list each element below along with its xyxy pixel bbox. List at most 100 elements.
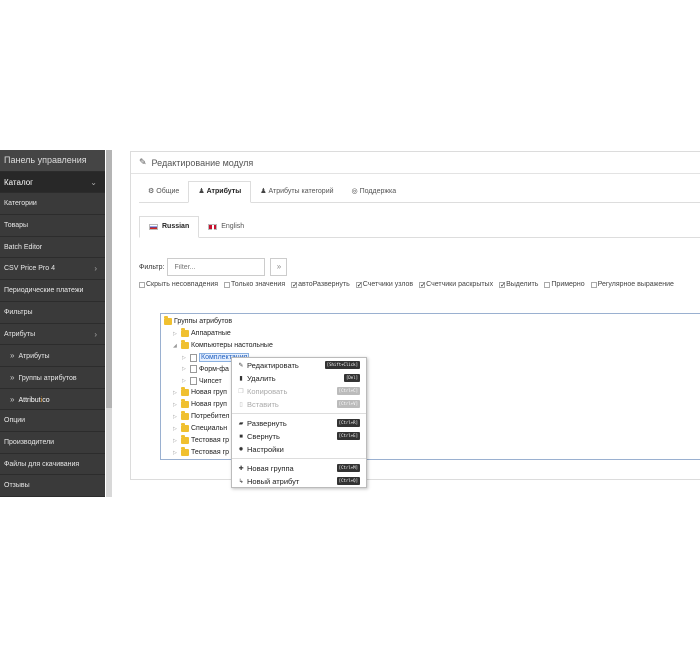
auto-expand-checkbox[interactable]: ✓ автоРазвернуть: [291, 281, 350, 289]
tree-node[interactable]: ▷ Форм-фа: [182, 365, 229, 373]
expanded-counters-checkbox[interactable]: ✓ Счетчики раскрытых: [419, 281, 493, 289]
folder-icon: [181, 423, 189, 432]
cogs-icon: ⚙: [148, 188, 155, 195]
sidebar-item-recurring[interactable]: Периодические платежи: [0, 280, 105, 302]
tree-node-label: Группы атрибутов: [174, 318, 233, 325]
expander-right-icon[interactable]: ▷: [182, 378, 188, 384]
tree-node-label: Чипсет: [199, 377, 222, 385]
sidebar-scrollbar[interactable]: [106, 150, 112, 497]
sidebar-item-label: Панель управления: [4, 155, 87, 165]
expander-right-icon[interactable]: ▷: [173, 450, 179, 456]
checkbox-box: [224, 281, 231, 288]
menu-item-edit[interactable]: ✎ Редактировать [Shift+Click]: [232, 359, 366, 372]
tab-label: Атрибуты категорий: [268, 188, 334, 195]
sidebar-item-dashboard[interactable]: Панель управления: [0, 150, 105, 172]
menu-item-copy[interactable]: ❐ Копировать [Ctrl+C]: [232, 385, 366, 398]
checkbox-label: Регулярное выражение: [597, 281, 674, 288]
menu-item-label: Удалить: [247, 374, 276, 383]
sidebar-item-batch-editor[interactable]: Batch Editor: [0, 237, 105, 259]
tab-english[interactable]: English: [199, 216, 253, 238]
expander-right-icon[interactable]: ▷: [173, 414, 179, 420]
expander-right-icon[interactable]: ▷: [173, 331, 179, 337]
tab-support[interactable]: ◎ Поддержка: [343, 181, 406, 203]
tab-russian[interactable]: Russian: [139, 216, 200, 238]
tab-label: Russian: [162, 223, 190, 230]
shortcut-badge: [Del]: [343, 374, 360, 382]
sidebar-item-catalog[interactable]: Каталог ⌄: [0, 171, 105, 194]
tree-node-label: Аппаратные: [191, 330, 231, 337]
sidebar-item-downloads[interactable]: Файлы для скачивания: [0, 454, 105, 476]
context-menu: ✎ Редактировать [Shift+Click] ▮ Удалить [Del…: [231, 357, 367, 488]
tree-node[interactable]: ▷ Потребител: [173, 411, 229, 420]
tree-node-label: Тестовая гр: [191, 449, 230, 456]
menu-item-collapse[interactable]: ■ Свернуть [Ctrl+E]: [232, 430, 366, 443]
sidebar-item-label: Категории: [4, 200, 37, 208]
shortcut-badge: [Shift+Click]: [324, 361, 360, 369]
tab-attributes[interactable]: ♟ Атрибуты: [188, 181, 252, 203]
menu-item-expand[interactable]: ▰ Развернуть [Ctrl+R]: [232, 417, 366, 430]
folder-icon: [181, 447, 189, 456]
menu-item-settings[interactable]: ✹ Настройки: [232, 443, 366, 456]
filter-reset-button[interactable]: »: [270, 258, 288, 276]
expander-right-icon[interactable]: ▷: [182, 355, 188, 361]
expander-right-icon[interactable]: ▷: [182, 366, 188, 372]
shortcut-badge: [Ctrl+R]: [336, 419, 360, 427]
sidebar-item-label: Отзывы: [4, 482, 30, 490]
sidebar-item-manufacturers[interactable]: Производители: [0, 432, 105, 454]
tree-node[interactable]: ▷ Тестовая гр: [173, 435, 229, 444]
values-only-checkbox[interactable]: Только значения: [224, 281, 285, 288]
folder-icon: [181, 387, 189, 396]
tree-node-label: Новая груп: [191, 389, 227, 396]
menu-item-new-group[interactable]: ✚ Новая группа [Ctrl+M]: [232, 462, 366, 475]
expander-right-icon[interactable]: ▷: [173, 402, 179, 408]
tree-node[interactable]: ▷ Аппаратные: [173, 328, 231, 337]
filter-input[interactable]: [167, 258, 266, 276]
sidebar-item-label: Опции: [4, 417, 26, 425]
shortcut-badge: [Ctrl+M]: [336, 464, 360, 472]
sidebar-item-label: CSV Price Pro 4: [4, 265, 55, 273]
tree-node[interactable]: ◢ Компьютеры настольные: [173, 340, 273, 349]
expander-right-icon[interactable]: ▷: [173, 438, 179, 444]
tree-node[interactable]: ▷ Тестовая гр: [173, 447, 230, 456]
sidebar-item-attribute-groups[interactable]: » Группы атрибутов: [0, 367, 105, 389]
file-icon: [190, 365, 197, 373]
tab-label: Атрибуты: [206, 188, 242, 195]
sidebar-item-products[interactable]: Товары: [0, 215, 105, 237]
tree-node[interactable]: ▷ Чипсет: [182, 377, 222, 385]
scrollbar-thumb[interactable]: [106, 150, 112, 408]
highlight-checkbox[interactable]: ✓ Выделить: [499, 281, 539, 289]
fuzzy-checkbox[interactable]: Примерно: [544, 281, 585, 288]
sidebar-item-attributes-sub[interactable]: » Атрибуты: [0, 345, 105, 367]
sidebar-item-label: co: [42, 396, 50, 404]
expander-right-icon[interactable]: ▷: [173, 390, 179, 396]
menu-item-label: Копировать: [247, 387, 288, 396]
tree-node-label: Новая груп: [191, 401, 227, 408]
tab-general[interactable]: ⚙ Общие: [139, 181, 188, 203]
folder-icon: [181, 328, 189, 337]
tree-node[interactable]: ▷ Специальн: [173, 423, 227, 432]
menu-item-delete[interactable]: ▮ Удалить [Del]: [232, 372, 366, 385]
sidebar-item-reviews[interactable]: Отзывы: [0, 475, 105, 497]
menu-item-new-attribute[interactable]: ↳ Новый атрибут [Ctrl+Q]: [232, 475, 366, 488]
node-counters-checkbox[interactable]: ✓ Счетчики узлов: [355, 281, 414, 289]
tree-node[interactable]: ▷ Новая груп: [173, 387, 227, 396]
tree-node-root[interactable]: Группы атрибутов: [164, 316, 233, 325]
sidebar-item-filters[interactable]: Фильтры: [0, 302, 105, 324]
sidebar-item-attributes[interactable]: Атрибуты ›: [0, 324, 105, 346]
sidebar-item-options[interactable]: Опции: [0, 410, 105, 432]
expander-down-icon[interactable]: ◢: [173, 343, 179, 349]
tree-node[interactable]: ▷ Новая груп: [173, 399, 227, 408]
tab-category-attributes[interactable]: ♟ Атрибуты категорий: [251, 181, 342, 203]
sidebar-item-categories[interactable]: Категории: [0, 193, 105, 216]
menu-separator: [232, 413, 366, 414]
menu-item-paste[interactable]: ▯ Вставить [Ctrl+V]: [232, 398, 366, 411]
paste-icon: ▯: [239, 402, 243, 408]
checkbox-label: Выделить: [506, 281, 539, 288]
expander-right-icon[interactable]: ▷: [173, 426, 179, 432]
sidebar-item-csv-price-pro[interactable]: CSV Price Pro 4 ›: [0, 258, 105, 281]
hide-mismatch-checkbox[interactable]: Скрыть несовпадения: [139, 281, 218, 288]
regex-checkbox[interactable]: Регулярное выражение: [590, 281, 674, 288]
checkbox-label: Счетчики узлов: [362, 281, 414, 288]
sidebar-item-attributico[interactable]: » Attributico: [0, 389, 105, 411]
copy-icon: ❐: [238, 389, 244, 395]
